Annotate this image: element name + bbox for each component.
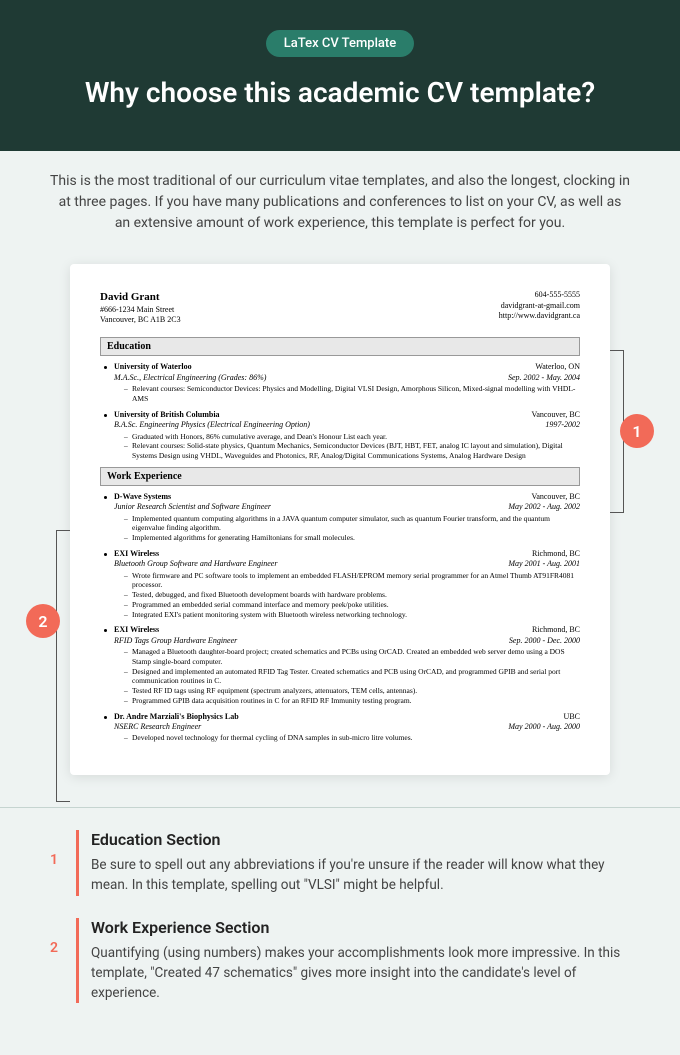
cv-work-list: D-Wave Systems Vancouver, BC Junior Resear… <box>100 492 580 743</box>
note-number: 1 <box>50 830 62 896</box>
entry-dates: Sep. 2002 - May. 2004 <box>508 373 580 383</box>
entry-bullet: Relevant courses: Solid-state physics, Q… <box>124 441 580 461</box>
entry-bullets: Implemented quantum computing algorithms… <box>114 514 580 543</box>
bracket-work <box>56 530 70 802</box>
entry-subtitle: Junior Research Scientist and Software E… <box>114 502 271 512</box>
note-body: Education Section Be sure to spell out an… <box>76 830 630 896</box>
entry-bullet: Developed novel technology for thermal c… <box>124 733 580 743</box>
cv-phone: 604-555-5555 <box>499 290 580 300</box>
entry-bullet: Relevant courses: Semiconductor Devices:… <box>124 384 580 404</box>
cv-name: David Grant <box>100 290 181 304</box>
cv-entry: EXI Wireless Richmond, BC Bluetooth Group … <box>100 549 580 620</box>
entry-title: EXI Wireless <box>114 625 159 635</box>
cv-address-2: Vancouver, BC A1B 2C3 <box>100 315 181 325</box>
entry-title: Dr. Andre Marziali's Biophysics Lab <box>114 712 239 722</box>
page-title: Why choose this academic CV template? <box>40 75 640 111</box>
entry-dates: May 2000 - Aug. 2000 <box>508 722 580 732</box>
cv-contact: 604-555-5555 davidgrant-at-gmail.com htt… <box>499 290 580 325</box>
note-title: Work Experience Section <box>91 918 630 937</box>
entry-title: University of Waterloo <box>114 362 192 372</box>
intro-text: This is the most traditional of our curr… <box>0 151 680 244</box>
entry-location: Vancouver, BC <box>531 492 580 502</box>
cv-education-list: University of Waterloo Waterloo, ON M.A.Sc… <box>100 362 580 460</box>
note: 2 Work Experience Section Quantifying (usi… <box>50 918 630 1004</box>
entry-dates: May 2002 - Aug. 2002 <box>508 502 580 512</box>
callout-marker-1: 1 <box>620 414 654 448</box>
cv-entry: Dr. Andre Marziali's Biophysics Lab UBC NS… <box>100 712 580 744</box>
cv-document: David Grant #666-1234 Main Street Vancou… <box>70 264 610 775</box>
entry-bullet: Programmed GPIB data acquisition routine… <box>124 696 580 706</box>
entry-location: UBC <box>564 712 580 722</box>
note-title: Education Section <box>91 830 630 849</box>
entry-location: Richmond, BC <box>532 549 580 559</box>
note: 1 Education Section Be sure to spell out a… <box>50 830 630 896</box>
entry-bullets: Wrote firmware and PC software tools to … <box>114 571 580 620</box>
entry-dates: May 2001 - Aug. 2001 <box>508 559 580 569</box>
entry-bullet: Implemented quantum computing algorithms… <box>124 514 580 534</box>
cv-entry: D-Wave Systems Vancouver, BC Junior Resear… <box>100 492 580 543</box>
hero: LaTex CV Template Why choose this academ… <box>0 0 680 151</box>
callout-marker-2: 2 <box>26 604 60 638</box>
note-text: Be sure to spell out any abbreviations i… <box>91 855 630 896</box>
entry-subtitle: RFID Tags Group Hardware Engineer <box>114 636 237 646</box>
entry-bullet: Wrote firmware and PC software tools to … <box>124 571 580 591</box>
entry-dates: Sep. 2000 - Dec. 2000 <box>509 636 580 646</box>
entry-bullet: Integrated EXI's patient monitoring syst… <box>124 610 580 620</box>
entry-bullets: Relevant courses: Semiconductor Devices:… <box>114 384 580 404</box>
entry-bullet: Graduated with Honors, 86% cumulative av… <box>124 432 580 442</box>
entry-bullets: Managed a Bluetooth daughter-board proje… <box>114 647 580 706</box>
cv-identity: David Grant #666-1234 Main Street Vancou… <box>100 290 181 325</box>
entry-location: Vancouver, BC <box>531 410 580 420</box>
entry-subtitle: M.A.Sc., Electrical Engineering (Grades:… <box>114 373 266 383</box>
entry-bullet: Implemented algorithms for generating Ha… <box>124 533 580 543</box>
note-text: Quantifying (using numbers) makes your a… <box>91 943 630 1004</box>
cv-preview-wrapper: 1 2 David Grant #666-1234 Main Street Va… <box>0 244 680 795</box>
divider <box>0 807 680 808</box>
entry-subtitle: B.A.Sc. Engineering Physics (Electrical … <box>114 420 310 430</box>
entry-subtitle: Bluetooth Group Software and Hardware En… <box>114 559 277 569</box>
cv-section-education: Education <box>100 337 580 356</box>
entry-bullet: Programmed an embedded serial command in… <box>124 600 580 610</box>
cv-web: http://www.davidgrant.ca <box>499 311 580 321</box>
cv-email: davidgrant-at-gmail.com <box>499 301 580 311</box>
entry-title: University of British Columbia <box>114 410 220 420</box>
entry-bullets: Developed novel technology for thermal c… <box>114 733 580 743</box>
notes-section: 1 Education Section Be sure to spell out a… <box>0 820 680 1055</box>
cv-address-1: #666-1234 Main Street <box>100 305 181 315</box>
entry-dates: 1997-2002 <box>545 420 580 430</box>
entry-bullet: Tested, debugged, and fixed Bluetooth de… <box>124 590 580 600</box>
entry-location: Waterloo, ON <box>535 362 580 372</box>
cv-entry: University of Waterloo Waterloo, ON M.A.Sc… <box>100 362 580 403</box>
entry-title: D-Wave Systems <box>114 492 171 502</box>
entry-bullet: Designed and implemented an automated RF… <box>124 667 580 687</box>
entry-bullet: Managed a Bluetooth daughter-board proje… <box>124 647 580 667</box>
entry-bullets: Graduated with Honors, 86% cumulative av… <box>114 432 580 461</box>
entry-location: Richmond, BC <box>532 625 580 635</box>
entry-subtitle: NSERC Research Engineer <box>114 722 201 732</box>
note-number: 2 <box>50 918 62 1004</box>
entry-title: EXI Wireless <box>114 549 159 559</box>
note-body: Work Experience Section Quantifying (usin… <box>76 918 630 1004</box>
cv-section-work: Work Experience <box>100 467 580 486</box>
entry-bullet: Tested RF ID tags using RF equipment (sp… <box>124 686 580 696</box>
cv-entry: University of British Columbia Vancouver,… <box>100 410 580 461</box>
cv-header: David Grant #666-1234 Main Street Vancou… <box>100 290 580 325</box>
cv-entry: EXI Wireless Richmond, BC RFID Tags Group … <box>100 625 580 705</box>
template-badge: LaTex CV Template <box>266 30 414 57</box>
